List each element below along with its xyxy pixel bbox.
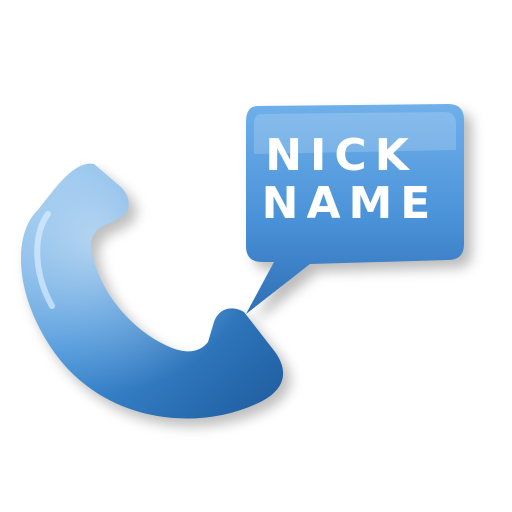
bubble-text-line1: NICK bbox=[265, 130, 417, 181]
nickname-logo: NICK NAME bbox=[20, 104, 472, 427]
bubble-text-line2: NAME bbox=[262, 178, 439, 229]
phone-handset-icon bbox=[20, 163, 284, 419]
speech-bubble-icon: NICK NAME bbox=[246, 104, 464, 314]
app-icon: NICK NAME bbox=[0, 0, 512, 512]
